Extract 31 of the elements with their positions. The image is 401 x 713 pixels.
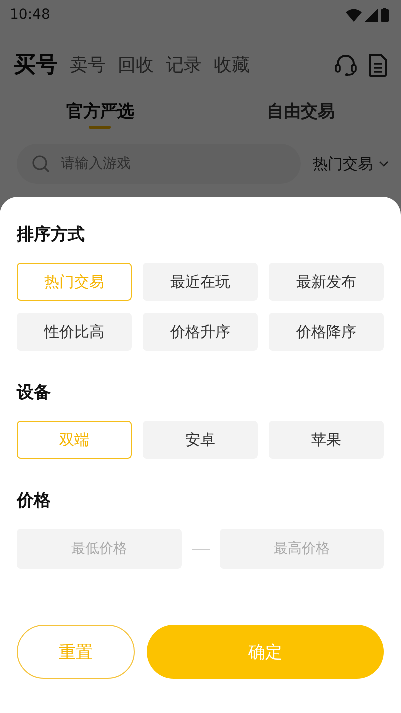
caret-icon <box>379 161 389 167</box>
sub-tab[interactable]: 自由交易 <box>200 100 401 129</box>
status-time: 10:48 <box>10 7 50 23</box>
filter-option[interactable]: 热门交易 <box>17 263 132 301</box>
filter-option[interactable]: 安卓 <box>143 421 258 459</box>
nav-tab[interactable]: 记录 <box>166 53 202 77</box>
filter-option[interactable]: 最新发布 <box>269 263 384 301</box>
section-title: 价格 <box>17 490 52 512</box>
nav-tab[interactable]: 回收 <box>118 53 154 77</box>
sort-dropdown[interactable]: 热门交易 <box>313 154 389 174</box>
section-title: 排序方式 <box>17 224 86 246</box>
filter-option[interactable]: 苹果 <box>269 421 384 459</box>
sub-tab[interactable]: 官方严选 <box>0 100 200 129</box>
battery-icon <box>381 8 389 22</box>
filter-option[interactable]: 最近在玩 <box>143 263 258 301</box>
filter-option[interactable]: 价格降序 <box>269 313 384 351</box>
reset-button[interactable]: 重置 <box>17 625 135 679</box>
max-price-field[interactable]: 最高价格 <box>220 529 384 569</box>
wifi-icon <box>346 8 362 22</box>
filter-option[interactable]: 双端 <box>17 421 132 459</box>
section-title: 设备 <box>17 382 52 404</box>
min-price-field[interactable]: 最低价格 <box>17 529 182 569</box>
document-icon[interactable] <box>369 54 387 76</box>
search-icon <box>32 155 50 173</box>
nav-tab[interactable]: 收藏 <box>214 53 250 77</box>
signal-icon <box>365 8 378 22</box>
filter-option[interactable]: 价格升序 <box>143 313 258 351</box>
nav-tab[interactable]: 买号 <box>14 50 58 80</box>
filter-option[interactable]: 性价比高 <box>17 313 132 351</box>
headset-icon[interactable] <box>335 53 357 77</box>
nav-tab[interactable]: 卖号 <box>70 53 106 77</box>
